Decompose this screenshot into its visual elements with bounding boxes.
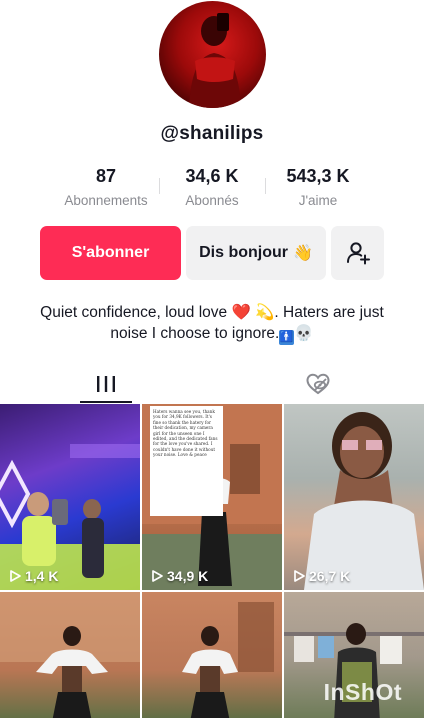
stat-following-count: 87 (95, 166, 117, 186)
stat-divider (159, 178, 160, 194)
follow-button-label: S'abonner (71, 244, 150, 261)
inshot-watermark: InShOt (323, 679, 402, 705)
avatar[interactable] (159, 1, 266, 108)
video-thumbnail[interactable] (142, 592, 282, 718)
video-thumbnail[interactable] (0, 592, 140, 718)
video-view-count: 34,9 K (150, 568, 208, 584)
say-hello-label: Dis bonjour (199, 244, 288, 261)
add-friend-button[interactable] (331, 226, 384, 280)
heart-icon: ❤️ (231, 304, 251, 321)
username: @shanilips (160, 123, 264, 144)
video-caption-overlay: Haters wanna see you, thank you for 34,9… (150, 406, 223, 516)
stat-following[interactable]: 87 Abonnements (51, 166, 161, 208)
video-grid: 1,4 K Haters wanna see you, thank you fo… (0, 404, 424, 718)
bio-text: Quiet confidence, loud love (40, 304, 228, 321)
play-icon (294, 570, 305, 582)
dizzy-icon: 💫 (255, 304, 275, 321)
video-preview-image (0, 592, 140, 718)
tab-liked[interactable] (212, 364, 424, 404)
stat-followers-label: Abonnés (185, 193, 239, 208)
stat-followers-count: 34,6 K (185, 166, 239, 186)
view-count-text: 34,9 K (167, 568, 209, 584)
video-thumbnail[interactable]: 26,7 K (284, 404, 424, 590)
add-user-icon (346, 242, 370, 265)
profile-photo-icon (189, 13, 241, 108)
video-thumbnail[interactable]: InShOt (284, 592, 424, 718)
follow-button[interactable]: S'abonner (40, 226, 181, 280)
video-caption-text: Haters wanna see you, thank you for 34,9… (153, 409, 218, 458)
liked-hidden-icon (306, 373, 330, 395)
video-thumbnail[interactable]: Haters wanna see you, thank you for 34,9… (142, 404, 282, 590)
video-preview-image (0, 444, 140, 590)
videos-grid-icon (97, 376, 115, 392)
stat-following-label: Abonnements (64, 193, 148, 208)
active-tab-indicator (80, 401, 132, 403)
video-thumbnail[interactable]: 1,4 K (0, 404, 140, 590)
view-count-text: 1,4 K (25, 568, 59, 584)
profile-stats: 87 Abonnements 34,6 K Abonnés 543,3 K J'… (0, 166, 424, 210)
video-preview-image (182, 602, 274, 718)
wave-icon: 👋 (292, 245, 313, 262)
stat-likes: 543,3 K J'aime (263, 166, 373, 208)
say-hello-button[interactable]: Dis bonjour 👋 (186, 226, 326, 280)
stat-followers[interactable]: 34,6 K Abonnés (157, 166, 267, 208)
profile-bio: Quiet confidence, loud love ❤️ 💫. Haters… (30, 302, 394, 345)
play-icon (152, 570, 163, 582)
tab-videos[interactable] (0, 364, 212, 404)
profile-page: @shanilips 87 Abonnements 34,6 K Abonnés… (0, 0, 424, 718)
stat-likes-count: 543,3 K (286, 166, 350, 186)
play-icon (10, 570, 21, 582)
stat-likes-label: J'aime (298, 193, 338, 208)
video-view-count: 1,4 K (8, 568, 58, 584)
view-count-text: 26,7 K (309, 568, 351, 584)
mens-room-icon: 🚹 (279, 330, 295, 345)
stat-divider (265, 178, 266, 194)
skull-icon: 💀 (294, 325, 314, 342)
video-view-count: 26,7 K (292, 568, 350, 584)
video-preview-image (304, 412, 424, 590)
profile-tabs (0, 364, 424, 404)
